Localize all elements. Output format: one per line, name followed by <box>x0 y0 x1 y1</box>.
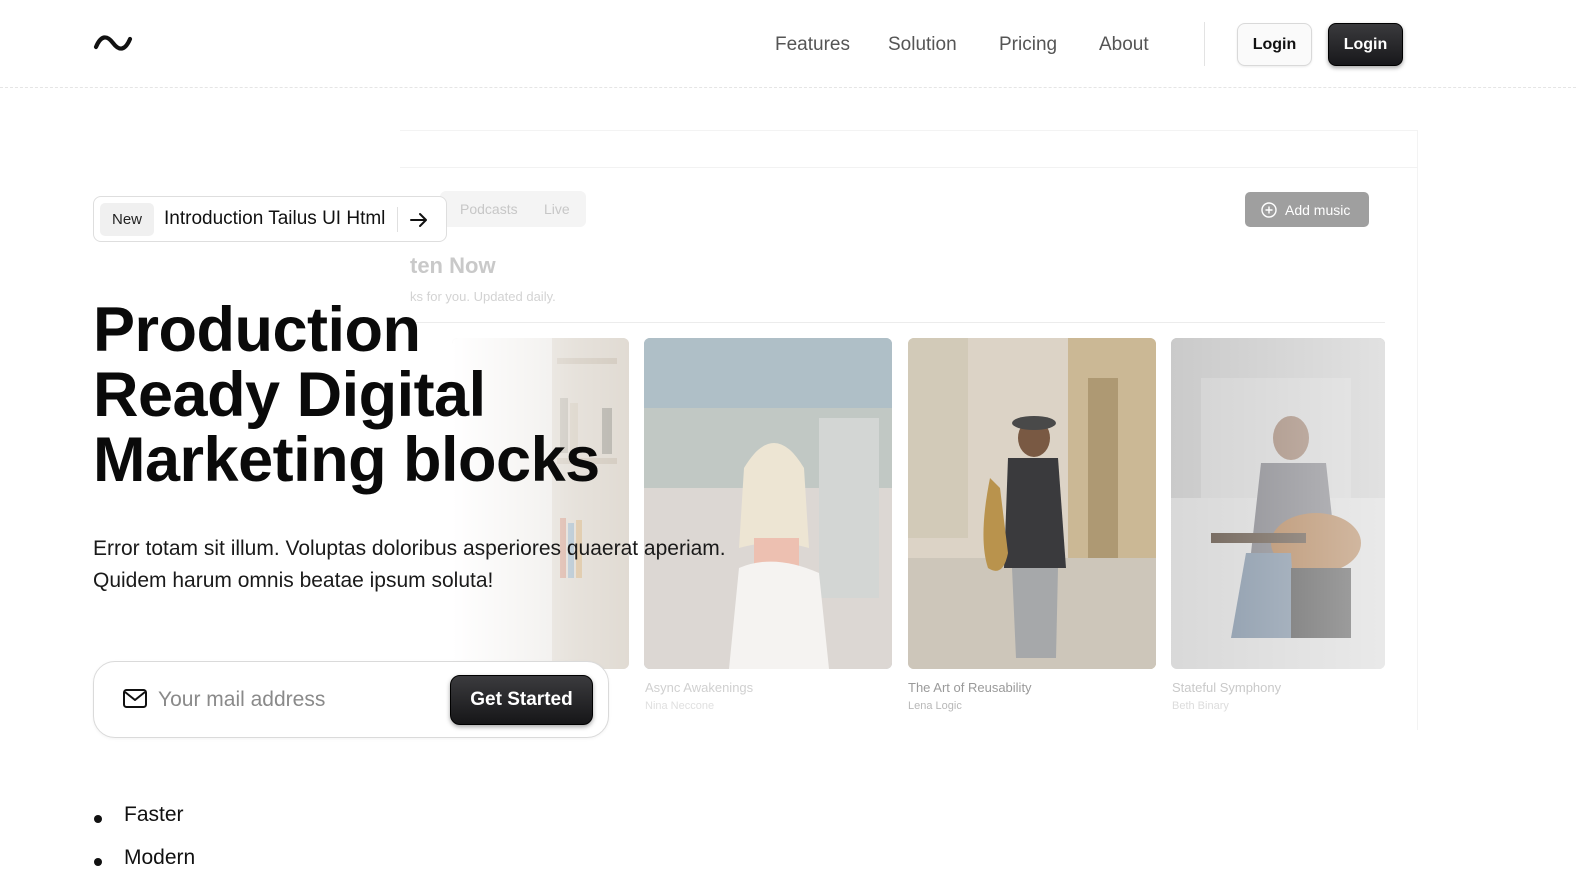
arrow-right-icon <box>410 213 427 227</box>
mail-icon <box>123 689 147 708</box>
mockup-divider <box>400 167 1418 168</box>
nav-link-features[interactable]: Features <box>775 34 850 56</box>
list-item: Faster <box>93 803 195 846</box>
signup-form: Get Started <box>93 661 609 738</box>
description-line: Error totam sit illum. Voluptas doloribu… <box>93 537 726 560</box>
new-tag: New <box>100 202 154 236</box>
announcement-text: Introduction Tailus UI Html <box>164 208 386 229</box>
badge-divider <box>397 207 398 232</box>
nav-link-solution[interactable]: Solution <box>888 34 957 56</box>
mockup-tab-podcasts: Podcasts <box>460 201 518 217</box>
email-input[interactable] <box>158 682 438 718</box>
mockup-heading: ten Now <box>410 253 496 278</box>
mockup-tabs: Podcasts Live <box>440 191 586 227</box>
album-cover-stateful-symphony <box>1171 338 1385 669</box>
login-button-outline[interactable]: Login <box>1237 23 1312 66</box>
nav-link-about[interactable]: About <box>1099 34 1149 56</box>
mockup-tab-live: Live <box>544 201 570 217</box>
bullet-icon <box>94 815 102 823</box>
site-header: Features Solution Pricing About Login Lo… <box>0 0 1576 88</box>
headline-line: Marketing blocks <box>93 425 600 495</box>
list-item: Modern <box>93 846 195 882</box>
get-started-button[interactable]: Get Started <box>450 675 593 725</box>
add-music-label: Add music <box>1285 201 1351 218</box>
headline-line: Ready Digital <box>93 360 486 430</box>
tilde-logo-icon[interactable] <box>93 32 133 54</box>
nav-divider <box>1204 22 1205 66</box>
announcement-badge[interactable]: New Introduction Tailus UI Html <box>93 196 447 242</box>
album-title: Async Awakenings <box>645 680 754 695</box>
album-title: The Art of Reusability <box>908 680 1032 695</box>
album-cover-art-of-reusability <box>908 338 1156 669</box>
album-title: Stateful Symphony <box>1172 680 1282 695</box>
album-artist: Nina Neccone <box>645 700 715 712</box>
feature-label: Modern <box>124 846 196 869</box>
feature-list: Faster Modern <box>93 803 195 882</box>
album-cover-async-awakenings <box>644 338 892 669</box>
hero-description: Error totam sit illum. Voluptas doloribu… <box>93 533 753 597</box>
album-artist: Lena Logic <box>908 700 962 712</box>
feature-label: Faster <box>124 803 184 826</box>
bullet-icon <box>94 858 102 866</box>
hero-headline: Production Ready Digital Marketing block… <box>93 298 600 493</box>
headline-line: Production <box>93 295 421 365</box>
nav-link-pricing[interactable]: Pricing <box>999 34 1057 56</box>
add-music-button: Add music <box>1245 192 1369 227</box>
description-line: Quidem harum omnis beatae ipsum soluta! <box>93 569 494 592</box>
plus-circle-icon <box>1261 201 1277 218</box>
login-button-primary[interactable]: Login <box>1328 23 1403 66</box>
album-artist: Beth Binary <box>1172 700 1229 712</box>
